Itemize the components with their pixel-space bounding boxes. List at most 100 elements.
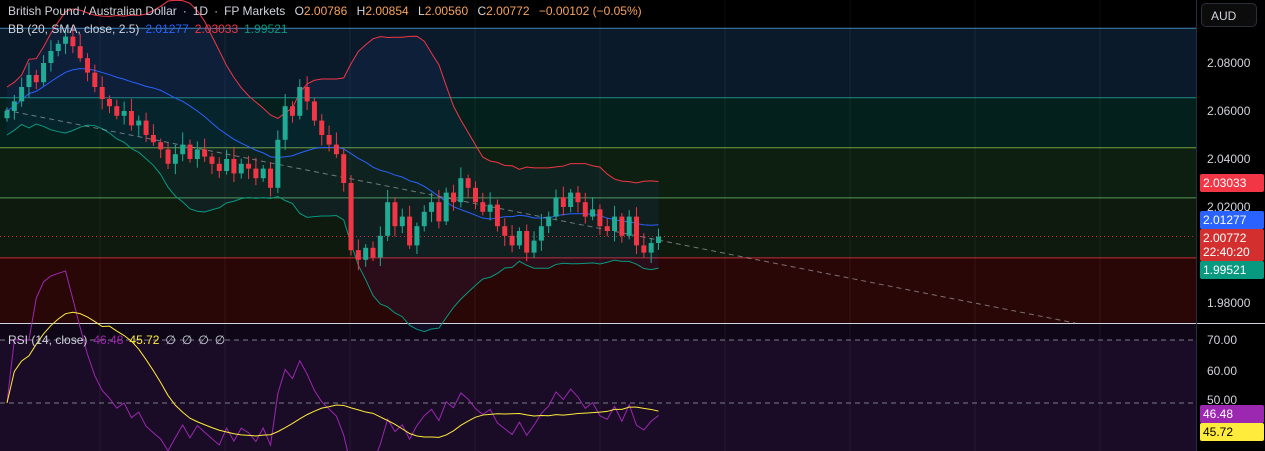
candle-body [516,231,522,246]
candle-body [150,135,156,143]
rsi-extra: ∅ [214,333,226,347]
candle-body [377,235,383,258]
rsi-value: 46.48 [93,333,124,347]
candle-body [165,149,171,164]
price-tick: 1.98000 [1207,296,1251,310]
candle-body [304,87,310,102]
pane-divider[interactable] [1197,323,1265,324]
o-label: O [294,4,304,18]
candle-body [392,202,398,227]
candle-body [55,43,61,51]
c-label: C [477,4,487,18]
bb-lower-tag: 1.99521 [1200,261,1264,279]
fib-band [0,257,1196,323]
candle-body [341,154,347,183]
rsi-band [0,340,1196,451]
candle-body [180,144,186,155]
candle-body [451,192,457,203]
candle-body [597,209,603,227]
candle-body [297,87,303,116]
candle-body [560,197,566,207]
candle-body [209,156,215,164]
candle-body [246,163,252,169]
candle-body [19,87,25,102]
rsi-tick: 70.00 [1207,333,1238,347]
bb-lower: 1.99521 [244,22,288,36]
candle-body [626,216,632,236]
candle-body [48,51,54,63]
candle-body [26,75,32,87]
candle-body [92,72,98,87]
change-value: −0.00102 (−0.05%) [538,4,642,18]
candle-body [399,216,405,227]
l-label: L [418,4,425,18]
candle-body [11,101,17,111]
price-tick: 2.04000 [1207,152,1251,166]
price-tick: 2.06000 [1207,104,1251,118]
candle-body [582,202,588,217]
last-price: 2.00772 [1203,231,1247,245]
last-price-tag: 2.00772 22:40:20 [1200,229,1264,261]
candle-body [106,99,112,107]
candle-body [70,36,76,47]
candle-body [494,204,500,227]
candle-body [275,139,281,188]
candle-body [99,87,105,99]
currency-button[interactable]: AUD [1201,3,1257,27]
candle-body [143,120,149,135]
bb-basis-tag: 2.01277 [1200,211,1264,229]
candle-body [187,144,193,159]
candle-body [194,149,200,159]
candle-body [407,216,413,246]
symbol-legend: British Pound / Australian Dollar · 1D · FP … [8,4,648,18]
candle-body [619,216,625,236]
bb-label: BB (20, SMA, close, 2.5) [8,22,140,36]
candle-body [41,63,47,83]
candle-body [333,144,339,155]
bb-legend[interactable]: BB (20, SMA, close, 2.5) 2.01277 2.03033 1.… [8,22,294,36]
candle-body [348,183,354,251]
candle-body [429,202,435,212]
candle-body [158,142,164,150]
bb-upper-tag: 2.03033 [1200,174,1264,192]
candle-body [524,231,530,253]
bb-basis: 2.01277 [145,22,189,36]
candle-body [289,106,295,116]
candle-body [590,209,596,217]
candle-body [114,106,120,116]
candle-body [546,216,552,227]
rsi-legend[interactable]: RSI (14, close) 46.48 45.72 ∅ ∅ ∅ ∅ [8,333,231,347]
candle-body [355,250,361,260]
bb-upper: 2.03033 [194,22,239,36]
rsi-tick: 60.00 [1207,364,1238,378]
close-value: 2.00772 [486,4,530,18]
candle-body [421,211,427,227]
candle-body [172,154,178,164]
candle-body [370,247,376,258]
low-value: 2.00560 [424,4,469,18]
candle-body [319,120,325,135]
candle-body [385,202,391,236]
candle-body [63,36,69,44]
candle-body [612,216,618,231]
candle-body [641,245,647,253]
candle-body [414,226,420,246]
candle-body [77,46,83,59]
rsi-extra: ∅ [198,333,209,347]
h-label: H [356,4,366,18]
candle-body [655,236,661,243]
candle-body [575,192,581,203]
candle-body [538,226,544,241]
chart-canvas[interactable] [0,0,1196,451]
candle-body [363,247,369,260]
candle-body [85,58,91,73]
candle-body [531,240,537,253]
candle-body [634,216,640,246]
symbol-name: British Pound / Australian Dollar [8,4,177,18]
candle-body [509,235,515,246]
rsi-extra: ∅ [181,333,193,347]
sep: · [182,4,187,18]
price-axis[interactable]: 2.08000 2.06000 2.04000 2.02000 1.98000 … [1196,0,1265,451]
candle-body [128,111,134,126]
candle-body [465,178,471,188]
